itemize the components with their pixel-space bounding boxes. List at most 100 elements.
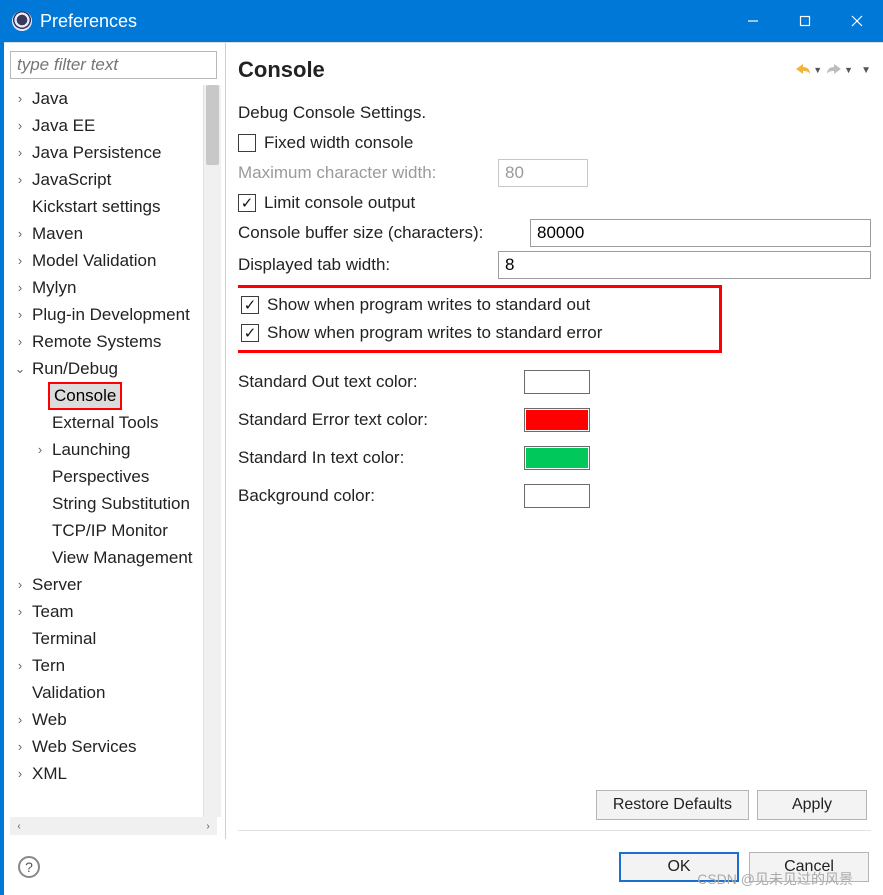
scroll-left-button[interactable]: ‹ <box>10 817 28 835</box>
restore-defaults-button[interactable]: Restore Defaults <box>596 790 749 820</box>
bg-color-swatch[interactable] <box>524 484 590 508</box>
fixed-width-label: Fixed width console <box>264 133 413 153</box>
chevron-right-icon[interactable]: › <box>12 307 28 322</box>
console-settings-form: Debug Console Settings. Fixed width cons… <box>238 91 871 782</box>
tree-item-label: String Substitution <box>48 492 194 516</box>
tree-item-label: Perspectives <box>48 465 153 489</box>
chevron-right-icon[interactable]: › <box>12 658 28 673</box>
show-stderr-row: Show when program writes to standard err… <box>241 319 713 347</box>
view-menu-icon[interactable]: ▼ <box>861 65 871 76</box>
apply-button[interactable]: Apply <box>757 790 867 820</box>
horizontal-scrollbar[interactable]: ‹ › <box>10 817 217 835</box>
tree-item[interactable]: ›Console <box>10 382 201 409</box>
back-dropdown-icon[interactable]: ▼ <box>813 65 822 75</box>
chevron-right-icon[interactable]: › <box>12 604 28 619</box>
show-stdout-label: Show when program writes to standard out <box>267 295 590 315</box>
tree-item[interactable]: ›Maven <box>10 220 201 247</box>
chevron-down-icon[interactable]: ⌄ <box>12 361 28 377</box>
tree-item[interactable]: ›Validation <box>10 679 201 706</box>
tree-item[interactable]: ›Java <box>10 85 201 112</box>
tree-item-label: Mylyn <box>28 276 80 300</box>
chevron-right-icon[interactable]: › <box>12 226 28 241</box>
chevron-right-icon[interactable]: › <box>12 766 28 781</box>
forward-icon[interactable] <box>826 62 842 79</box>
chevron-right-icon[interactable]: › <box>12 172 28 187</box>
tree-item[interactable]: ›Plug-in Development <box>10 301 201 328</box>
tree-item-label: Console <box>48 382 122 410</box>
back-icon[interactable] <box>795 62 811 79</box>
tab-width-input[interactable] <box>498 251 871 279</box>
stdin-color-swatch[interactable] <box>524 446 590 470</box>
tree-item[interactable]: ›Server <box>10 571 201 598</box>
forward-dropdown-icon[interactable]: ▼ <box>844 65 853 75</box>
tree-item[interactable]: ›Tern <box>10 652 201 679</box>
page-buttons: Restore Defaults Apply <box>238 782 871 831</box>
tree-item[interactable]: ›Web Services <box>10 733 201 760</box>
hscroll-track[interactable] <box>28 817 199 835</box>
tree-item[interactable]: ›Remote Systems <box>10 328 201 355</box>
tree-item[interactable]: ›Web <box>10 706 201 733</box>
tree-item[interactable]: ›Team <box>10 598 201 625</box>
tree-item-label: Maven <box>28 222 87 246</box>
chevron-right-icon[interactable]: › <box>12 712 28 727</box>
section-title: Console <box>238 57 325 83</box>
cancel-button[interactable]: Cancel <box>749 852 869 882</box>
tree-item[interactable]: ›Perspectives <box>10 463 201 490</box>
show-stdout-checkbox[interactable] <box>241 296 259 314</box>
tree-item[interactable]: ›Launching <box>10 436 201 463</box>
chevron-right-icon[interactable]: › <box>32 442 48 457</box>
tree-item-label: Kickstart settings <box>28 195 165 219</box>
settings-heading: Debug Console Settings. <box>238 103 426 123</box>
limit-output-checkbox[interactable] <box>238 194 256 212</box>
tree-item[interactable]: ›String Substitution <box>10 490 201 517</box>
fixed-width-row: Fixed width console <box>238 129 871 157</box>
scroll-right-button[interactable]: › <box>199 817 217 835</box>
chevron-right-icon[interactable]: › <box>12 739 28 754</box>
window-controls <box>727 0 883 42</box>
show-stderr-checkbox[interactable] <box>241 324 259 342</box>
chevron-right-icon[interactable]: › <box>12 253 28 268</box>
tree-item[interactable]: ›Terminal <box>10 625 201 652</box>
tree-item[interactable]: ›JavaScript <box>10 166 201 193</box>
tree-item[interactable]: ›Model Validation <box>10 247 201 274</box>
tree-item-label: Terminal <box>28 627 100 651</box>
tree-item-label: Java <box>28 87 72 111</box>
preferences-tree[interactable]: ›Java›Java EE›Java Persistence›JavaScrip… <box>10 85 203 817</box>
stderr-color-swatch[interactable] <box>524 408 590 432</box>
chevron-right-icon[interactable]: › <box>12 577 28 592</box>
tree-item[interactable]: ›XML <box>10 760 201 787</box>
tree-item[interactable]: ›Kickstart settings <box>10 193 201 220</box>
minimize-button[interactable] <box>727 0 779 42</box>
tree-item[interactable]: ⌄Run/Debug <box>10 355 201 382</box>
tree-item[interactable]: ›View Management <box>10 544 201 571</box>
chevron-right-icon[interactable]: › <box>12 118 28 133</box>
vertical-scrollbar[interactable] <box>203 85 221 817</box>
filter-input[interactable] <box>10 51 217 79</box>
maximize-button[interactable] <box>779 0 831 42</box>
chevron-right-icon[interactable]: › <box>12 91 28 106</box>
chevron-right-icon[interactable]: › <box>12 145 28 160</box>
close-button[interactable] <box>831 0 883 42</box>
help-icon[interactable]: ? <box>18 856 40 878</box>
chevron-right-icon[interactable]: › <box>12 334 28 349</box>
fixed-width-checkbox[interactable] <box>238 134 256 152</box>
tree-item[interactable]: ›External Tools <box>10 409 201 436</box>
stdout-color-swatch[interactable] <box>524 370 590 394</box>
limit-output-row: Limit console output <box>238 189 871 217</box>
eclipse-icon <box>12 11 32 31</box>
tree-item[interactable]: ›Java EE <box>10 112 201 139</box>
stdout-color-label: Standard Out text color: <box>238 372 524 392</box>
tree-item[interactable]: ›TCP/IP Monitor <box>10 517 201 544</box>
ok-button[interactable]: OK <box>619 852 739 882</box>
tree-item[interactable]: ›Java Persistence <box>10 139 201 166</box>
max-char-width-label: Maximum character width: <box>238 163 492 183</box>
highlighted-show-options: Show when program writes to standard out… <box>238 285 722 353</box>
section-header: Console ▼ ▼ ▼ <box>238 51 871 91</box>
tree-wrap: ›Java›Java EE›Java Persistence›JavaScrip… <box>10 85 221 817</box>
scrollbar-thumb[interactable] <box>206 85 219 165</box>
buffer-size-input[interactable] <box>530 219 871 247</box>
chevron-right-icon[interactable]: › <box>12 280 28 295</box>
tree-item-label: Tern <box>28 654 69 678</box>
tree-item[interactable]: ›Mylyn <box>10 274 201 301</box>
tree-item-label: Remote Systems <box>28 330 165 354</box>
